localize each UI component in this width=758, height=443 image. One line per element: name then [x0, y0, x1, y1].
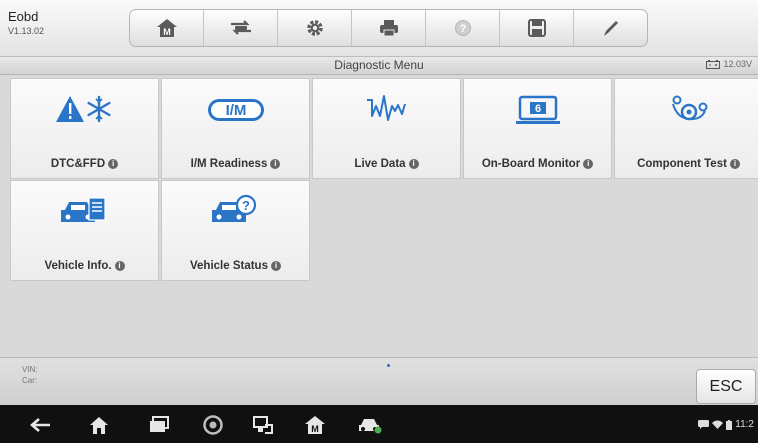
info-icon[interactable]: i — [583, 159, 594, 169]
print-icon — [379, 20, 398, 37]
menu-tile-live-data[interactable]: Live Data i — [312, 78, 461, 179]
menu-tile-onboard-monitor[interactable]: 6 On-Board Monitor i — [463, 78, 612, 179]
menu-tile-label: On-Board Monitor i — [464, 158, 611, 170]
chrome-icon — [203, 415, 223, 435]
monitor-icon-text: 6 — [534, 103, 540, 115]
battery-voltage: 12.03V — [723, 59, 752, 69]
svg-text:M: M — [311, 424, 319, 434]
menu-tile-label: DTC&FFD i — [11, 158, 158, 170]
menu-tile-label: Vehicle Info. i — [11, 260, 158, 272]
vehicle-icon — [359, 419, 382, 434]
dtc-ffd-icon — [55, 95, 111, 123]
page-indicator-dot — [387, 364, 390, 367]
save-button[interactable] — [500, 10, 574, 46]
vin-label: VIN: — [22, 365, 38, 374]
vehicle-swap-icon — [230, 20, 251, 35]
menu-header: Diagnostic Menu 12.03V — [0, 57, 758, 75]
info-icon[interactable]: i — [270, 261, 281, 271]
info-icon[interactable]: i — [108, 159, 119, 169]
app-title: Eobd V1.13.02 — [8, 9, 45, 37]
info-icon[interactable]: i — [270, 159, 281, 169]
wifi-icon — [712, 420, 724, 429]
page-title: Diagnostic Menu — [334, 58, 424, 72]
menu-tile-vehicle-info[interactable]: Vehicle Info. i — [10, 180, 159, 281]
status-bar: 11:2 — [698, 419, 754, 430]
help-icon: ? — [454, 20, 471, 36]
maxisys-home-button[interactable]: M — [302, 414, 328, 436]
im-icon-text: I/M — [225, 102, 246, 119]
diagnostic-menu-grid: DTC&FFD i I/M I/M Readiness i Live Data i 6 — [0, 75, 758, 357]
menu-tile-label: Live Data i — [313, 158, 460, 170]
battery-icon — [726, 419, 733, 430]
recent-apps-icon — [150, 416, 169, 432]
car-label: Car: — [22, 376, 38, 385]
menu-tile-label: Vehicle Status i — [162, 260, 309, 272]
settings-button[interactable] — [278, 10, 352, 46]
vehicle-button[interactable] — [356, 414, 384, 436]
vehicle-swap-button[interactable] — [204, 10, 278, 46]
status-time: 11:2 — [735, 419, 754, 430]
toolbar: M ? — [129, 9, 648, 47]
svg-text:M: M — [163, 27, 171, 37]
chat-icon — [698, 420, 710, 429]
print-button[interactable] — [352, 10, 426, 46]
save-icon — [527, 19, 546, 37]
android-nav-bar: M 11:2 — [0, 405, 758, 443]
info-icon[interactable]: i — [729, 159, 740, 169]
back-icon — [30, 418, 50, 432]
home-icon: M — [156, 19, 177, 37]
battery-indicator: 12.03V — [706, 59, 752, 69]
chrome-button[interactable] — [200, 414, 226, 436]
back-button[interactable] — [28, 414, 54, 436]
menu-tile-im-readiness[interactable]: I/M I/M Readiness i — [161, 78, 310, 179]
component-test-icon — [671, 95, 707, 121]
app-version: V1.13.02 — [8, 26, 45, 36]
menu-tile-vehicle-status[interactable]: ? Vehicle Status i — [161, 180, 310, 281]
svg-text:?: ? — [459, 23, 466, 35]
menu-tile-component-test[interactable]: Component Test i — [614, 78, 758, 179]
vehicle-id: VIN: Car: — [22, 364, 38, 386]
info-icon[interactable]: i — [408, 159, 419, 169]
recent-apps-button[interactable] — [146, 414, 172, 436]
app-name: Eobd — [8, 9, 39, 24]
remote-desktop-icon — [253, 416, 273, 434]
vehicle-info-icon — [60, 197, 106, 222]
nav-home-button[interactable] — [86, 414, 112, 436]
edit-button[interactable] — [574, 10, 647, 46]
battery-icon — [706, 59, 721, 69]
home-icon — [90, 417, 108, 434]
onboard-monitor-icon: 6 — [515, 95, 560, 124]
info-icon[interactable]: i — [114, 261, 125, 271]
vehicle-status-icon: ? — [211, 194, 256, 222]
im-readiness-icon: I/M — [207, 99, 264, 121]
maxisys-home-icon: M — [305, 416, 325, 434]
status-icon-text: ? — [242, 198, 250, 213]
menu-tile-dtc-ffd[interactable]: DTC&FFD i — [10, 78, 159, 179]
edit-icon — [603, 21, 618, 36]
help-button[interactable]: ? — [426, 10, 500, 46]
settings-icon — [306, 20, 323, 36]
live-data-icon — [366, 95, 406, 121]
esc-button[interactable]: ESC — [696, 369, 756, 404]
home-button[interactable]: M — [130, 10, 204, 46]
title-bar: Eobd V1.13.02 M ? — [0, 0, 758, 57]
menu-tile-label: I/M Readiness i — [162, 158, 309, 170]
footer-bar: VIN: Car: ESC — [0, 357, 758, 406]
remote-desktop-button[interactable] — [250, 414, 276, 436]
menu-tile-label: Component Test i — [615, 158, 758, 170]
